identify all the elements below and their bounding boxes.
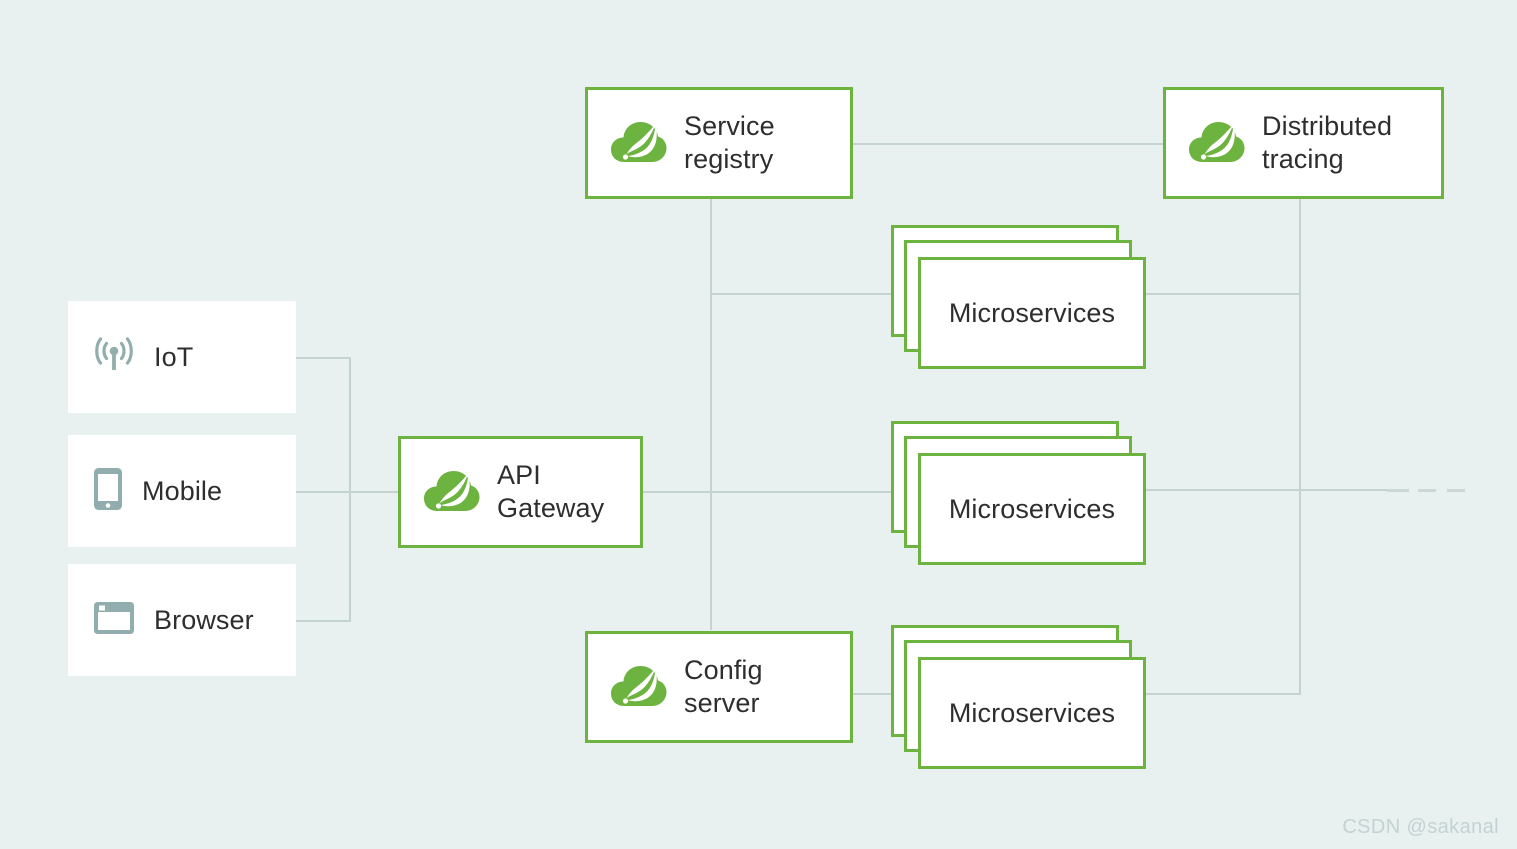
microservices-label: Microservices xyxy=(948,697,1116,728)
node-label-service-registry: Service registry xyxy=(684,111,775,174)
client-label-mobile: Mobile xyxy=(142,475,223,506)
microservices-label: Microservices xyxy=(948,297,1116,328)
connector-mobile-to-gateway xyxy=(296,491,400,493)
client-box-browser[interactable]: Browser xyxy=(68,564,296,676)
connector-microservices-top-to-right-spine xyxy=(1145,293,1301,295)
connector-middle-row-extension xyxy=(1299,489,1387,491)
watermark: CSDN @sakanal xyxy=(1342,816,1499,838)
node-service-registry[interactable]: Service registry xyxy=(585,87,853,199)
client-label-iot: IoT xyxy=(154,341,194,372)
browser-window-icon xyxy=(92,598,136,643)
architecture-diagram: IoT Mobile Browser Service registry Dist… xyxy=(0,0,1517,849)
microservices-stack-top[interactable]: Microservices xyxy=(891,225,1151,385)
connector-registry-to-tracing xyxy=(853,143,1163,145)
connector-gateway-to-trunk xyxy=(643,491,895,493)
node-label-distributed-tracing: Distributed tracing xyxy=(1262,111,1393,174)
dashed-segment-1 xyxy=(1387,489,1409,492)
client-label-browser: Browser xyxy=(154,604,254,635)
node-label-config-server: Config server xyxy=(684,655,763,718)
connector-microservices-bottom-to-right-spine xyxy=(1145,693,1301,695)
spring-leaf-icon xyxy=(1188,117,1246,170)
connector-tracing-right-spine xyxy=(1299,196,1301,693)
spring-leaf-icon xyxy=(610,661,668,714)
microservices-label: Microservices xyxy=(948,493,1116,524)
antenna-broadcast-icon xyxy=(92,335,136,380)
connector-client-bracket-spine xyxy=(349,357,351,622)
microservices-stack-bottom[interactable]: Microservices xyxy=(891,625,1151,785)
dashed-segment-2 xyxy=(1418,489,1436,492)
node-distributed-tracing[interactable]: Distributed tracing xyxy=(1163,87,1444,199)
microservices-stack-middle[interactable]: Microservices xyxy=(891,421,1151,581)
microservice-card-front[interactable]: Microservices xyxy=(918,657,1146,769)
node-config-server[interactable]: Config server xyxy=(585,631,853,743)
microservice-card-front[interactable]: Microservices xyxy=(918,257,1146,369)
spring-leaf-icon xyxy=(610,117,668,170)
dashed-segment-3 xyxy=(1447,489,1465,492)
connector-central-trunk xyxy=(710,196,712,630)
mobile-phone-icon xyxy=(92,466,124,517)
client-box-mobile[interactable]: Mobile xyxy=(68,435,296,547)
node-label-api-gateway: API Gateway xyxy=(497,460,605,523)
connector-iot-to-bracket xyxy=(296,357,351,359)
microservice-card-front[interactable]: Microservices xyxy=(918,453,1146,565)
node-api-gateway[interactable]: API Gateway xyxy=(398,436,643,548)
spring-leaf-icon xyxy=(423,466,481,519)
connector-browser-to-bracket xyxy=(296,620,351,622)
client-box-iot[interactable]: IoT xyxy=(68,301,296,413)
connector-microservices-middle-to-right-spine xyxy=(1145,489,1301,491)
